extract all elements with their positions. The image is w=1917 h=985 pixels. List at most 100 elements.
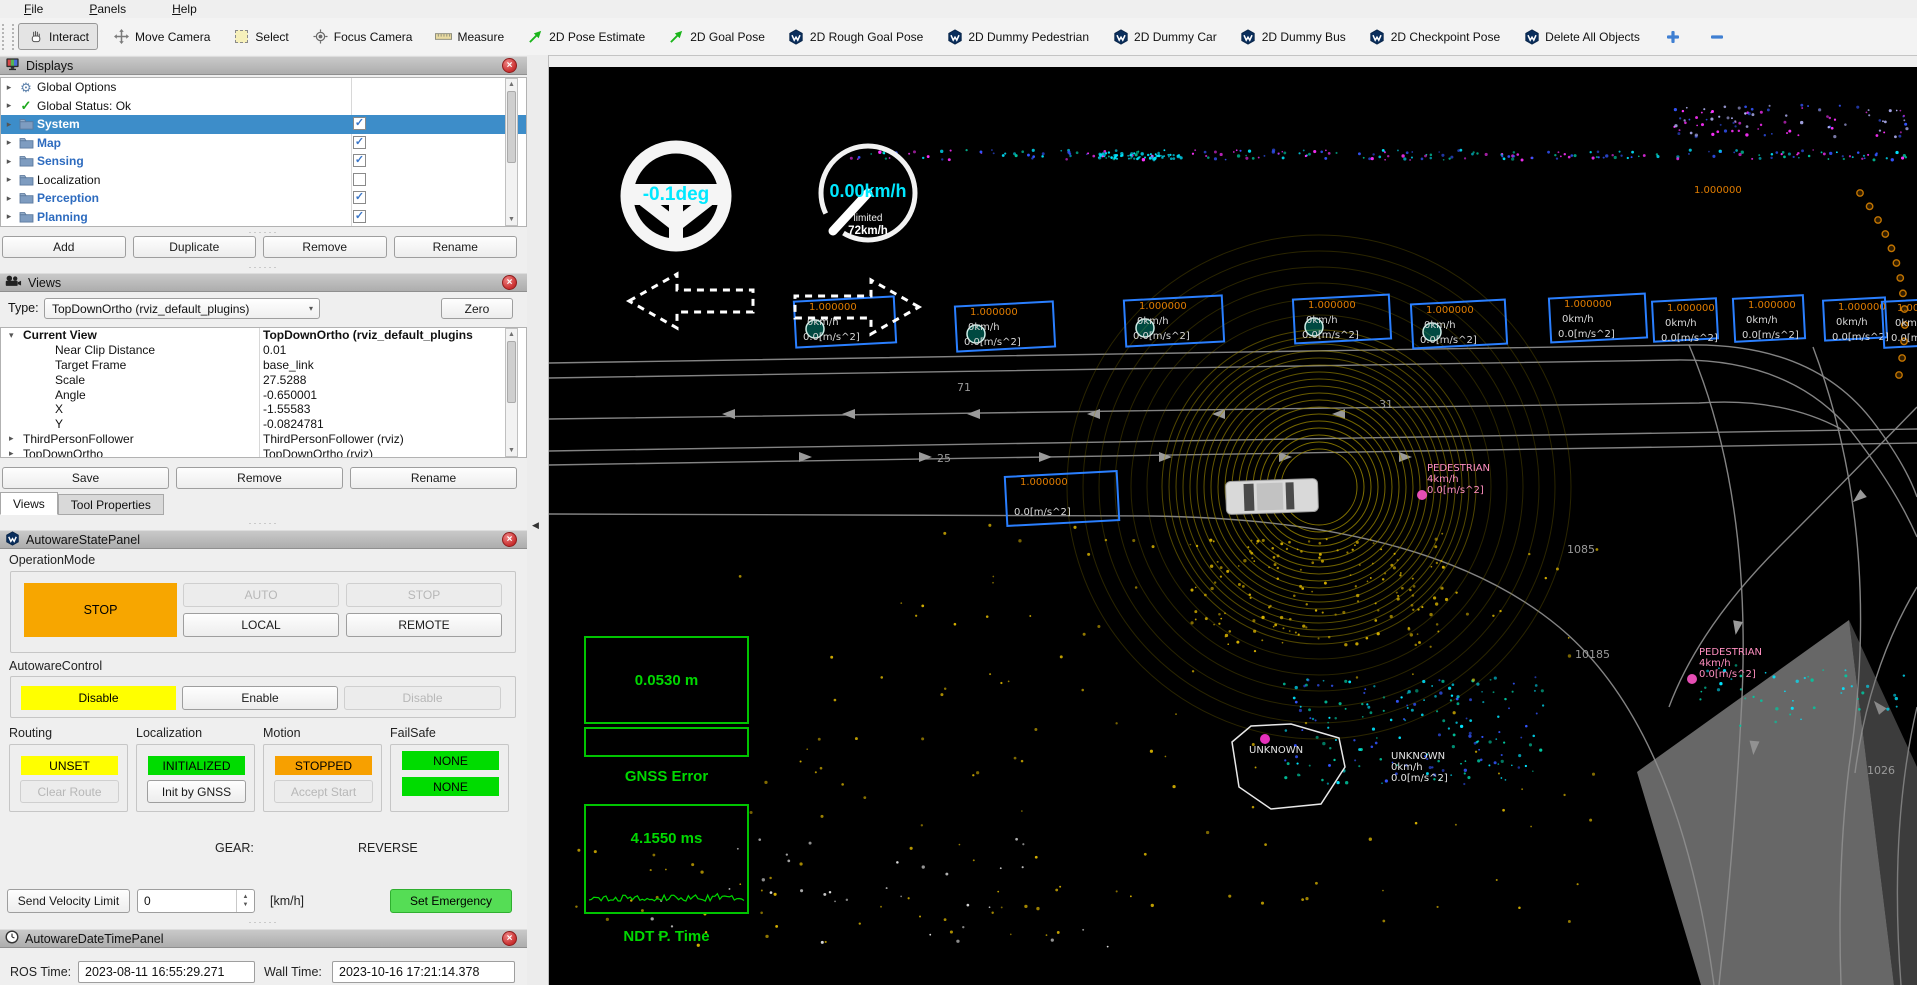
status-badge: STOPPED <box>275 756 372 775</box>
display-row-map[interactable]: ▸Map✓ <box>1 134 526 153</box>
display-row-system[interactable]: ▸System✓ <box>1 115 526 134</box>
display-checkbox[interactable]: ✓ <box>353 191 366 204</box>
tab-tool-properties[interactable]: Tool Properties <box>58 494 164 515</box>
select-icon <box>233 28 250 45</box>
view-property-topdownortho[interactable]: ▸TopDownOrthoTopDownOrtho (rviz) <box>1 446 526 458</box>
autoware-state-panel-title: AutowareStatePanel <box>26 533 140 547</box>
tool-select[interactable]: Select <box>225 24 296 49</box>
display-checkbox[interactable]: ✓ <box>353 210 366 223</box>
displays-remove-button[interactable]: Remove <box>263 236 387 258</box>
display-checkbox[interactable]: ✓ <box>353 136 366 149</box>
view-property-x[interactable]: X-1.55583 <box>1 402 526 417</box>
view-property-y[interactable]: Y-0.0824781 <box>1 417 526 432</box>
tab-views[interactable]: Views <box>0 492 58 515</box>
tool-focus-camera[interactable]: Focus Camera <box>304 24 421 49</box>
zero-button[interactable]: Zero <box>441 298 513 319</box>
displays-add-button[interactable]: Add <box>2 236 126 258</box>
hand-icon <box>27 28 44 45</box>
add-tool-button[interactable] <box>1655 24 1692 49</box>
autoware-state-panel-header[interactable]: AutowareStatePanel × <box>0 530 527 549</box>
toolbar-drag-handle[interactable] <box>2 24 14 50</box>
tool-2d-goal-pose[interactable]: 2D Goal Pose <box>660 24 773 49</box>
tool-2d-checkpoint-pose[interactable]: 2D Checkpoint Pose <box>1361 24 1508 49</box>
view-property-near-clip-distance[interactable]: Near Clip Distance0.01 <box>1 343 526 358</box>
expand-icon[interactable]: ▸ <box>1 156 17 167</box>
remote-mode-button[interactable]: REMOTE <box>346 613 502 637</box>
expand-icon[interactable]: ▸ <box>1 119 17 130</box>
view-property-current-view[interactable]: ▾Current ViewTopDownOrtho (rviz_default_… <box>1 328 526 343</box>
tool-interact[interactable]: Interact <box>18 23 98 50</box>
splitter-handle[interactable]: ······ <box>0 917 527 927</box>
view-property-angle[interactable]: Angle-0.650001 <box>1 387 526 402</box>
close-icon[interactable]: × <box>502 931 517 946</box>
control-enable-button[interactable]: Enable <box>182 686 338 710</box>
clear-route-button[interactable]: Clear Route <box>20 780 119 803</box>
velocity-limit-spinner[interactable]: 0 ▲▼ <box>137 889 255 913</box>
splitter-handle[interactable]: ······ <box>0 518 527 528</box>
tool-2d-dummy-car[interactable]: 2D Dummy Car <box>1104 24 1225 49</box>
expand-icon[interactable]: ▸ <box>1 211 17 222</box>
local-mode-button[interactable]: LOCAL <box>183 613 339 637</box>
views-panel-header[interactable]: Views × <box>0 273 527 292</box>
expand-icon[interactable]: ▸ <box>1 100 17 111</box>
splitter-handle[interactable]: ······ <box>0 262 527 272</box>
menu-item-panels[interactable]: Panels <box>89 2 126 16</box>
views-remove-button[interactable]: Remove <box>176 467 343 489</box>
ros-time-field[interactable]: 2023-08-11 16:55:29.271 <box>78 961 255 983</box>
menu-item-file[interactable]: File <box>24 2 43 16</box>
tool-2d-dummy-bus[interactable]: 2D Dummy Bus <box>1232 24 1354 49</box>
close-icon[interactable]: × <box>502 532 517 547</box>
datetime-panel-header[interactable]: AutowareDateTimePanel × <box>0 929 527 948</box>
tool-2d-rough-goal-pose[interactable]: 2D Rough Goal Pose <box>780 24 931 49</box>
view-property-thirdpersonfollower[interactable]: ▸ThirdPersonFollowerThirdPersonFollower … <box>1 432 526 447</box>
tool-move-camera[interactable]: Move Camera <box>105 24 218 49</box>
svg-text:1.000000: 1.000000 <box>1020 477 1068 488</box>
menu-item-help[interactable]: Help <box>172 2 197 16</box>
tool-measure[interactable]: Measure <box>427 24 512 49</box>
display-row-perception[interactable]: ▸Perception✓ <box>1 189 526 208</box>
displays-duplicate-button[interactable]: Duplicate <box>133 236 257 258</box>
auto-mode-button[interactable]: AUTO <box>183 583 339 607</box>
displays-rename-button[interactable]: Rename <box>394 236 518 258</box>
views-scrollbar[interactable]: ▲▼ <box>505 328 518 457</box>
expand-icon[interactable]: ▸ <box>1 174 17 185</box>
close-icon[interactable]: × <box>502 58 517 73</box>
display-row-localization[interactable]: ▸Localization <box>1 171 526 190</box>
tool-2d-pose-estimate[interactable]: 2D Pose Estimate <box>519 24 653 49</box>
control-disable-active-button[interactable]: Disable <box>21 686 176 710</box>
3d-viewport[interactable]: 1.0000000km/h0.0[m/s^2]1.0000000km/h0.0[… <box>549 67 1917 985</box>
remove-tool-button[interactable] <box>1699 24 1736 49</box>
views-buttons: Save Remove Rename <box>0 467 519 489</box>
display-row-planning[interactable]: ▸Planning✓ <box>1 208 526 227</box>
view-property-scale[interactable]: Scale27.5288 <box>1 372 526 387</box>
init-by-gnss-button[interactable]: Init by GNSS <box>147 780 246 803</box>
display-row-global-status-ok[interactable]: ▸✓Global Status: Ok <box>1 97 526 116</box>
accept-start-button[interactable]: Accept Start <box>274 780 373 803</box>
stop-mode-small-button[interactable]: STOP <box>346 583 502 607</box>
set-emergency-button[interactable]: Set Emergency <box>390 889 512 913</box>
tool-delete-all-objects[interactable]: Delete All Objects <box>1515 24 1648 49</box>
svg-text:1.000000: 1.000000 <box>1897 303 1917 314</box>
display-row-sensing[interactable]: ▸Sensing✓ <box>1 152 526 171</box>
stop-mode-button[interactable]: STOP <box>24 583 177 637</box>
send-velocity-limit-button[interactable]: Send Velocity Limit <box>7 889 130 913</box>
views-save-button[interactable]: Save <box>2 467 169 489</box>
display-checkbox[interactable]: ✓ <box>353 117 366 130</box>
control-disable-button[interactable]: Disable <box>344 686 501 710</box>
expand-icon[interactable]: ▸ <box>1 193 17 204</box>
display-checkbox[interactable]: ✓ <box>353 154 366 167</box>
view-property-target-frame[interactable]: Target Framebase_link <box>1 358 526 373</box>
collapse-panel-icon[interactable]: ◀ <box>532 520 539 531</box>
expand-icon[interactable]: ▸ <box>1 137 17 148</box>
status-label-motion: Motion <box>263 726 301 740</box>
displays-panel-header[interactable]: Displays × <box>0 56 527 75</box>
close-icon[interactable]: × <box>502 275 517 290</box>
display-row-global-options[interactable]: ▸⚙Global Options <box>1 78 526 97</box>
views-rename-button[interactable]: Rename <box>350 467 517 489</box>
expand-icon[interactable]: ▸ <box>1 82 17 93</box>
display-checkbox[interactable] <box>353 173 366 186</box>
view-type-select[interactable]: TopDownOrtho (rviz_default_plugins) ▾ <box>44 298 320 319</box>
tool-2d-dummy-pedestrian[interactable]: 2D Dummy Pedestrian <box>938 24 1097 49</box>
wall-time-field[interactable]: 2023-10-16 17:21:14.378 <box>332 961 515 983</box>
displays-scrollbar[interactable]: ▲▼ <box>505 78 518 226</box>
